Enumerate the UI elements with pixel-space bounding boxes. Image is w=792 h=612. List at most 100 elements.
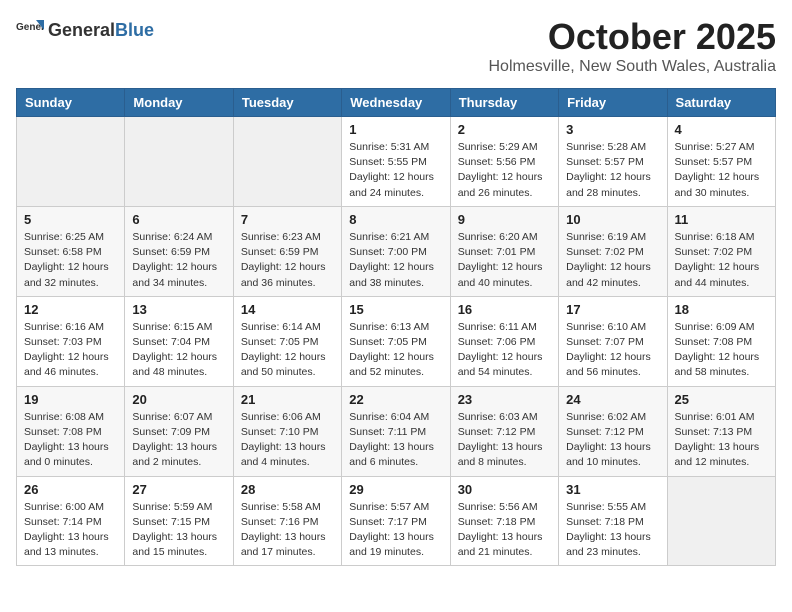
calendar-cell: 10Sunrise: 6:19 AM Sunset: 7:02 PM Dayli…: [559, 206, 667, 296]
calendar-cell: 28 Sunrise: 5:58 AM Sunset: 7:16 PM Dayli…: [233, 476, 341, 566]
day-number: 3: [566, 122, 659, 137]
day-number: 1: [349, 122, 442, 137]
day-number: 23: [458, 392, 551, 407]
calendar-cell: 19 Sunrise: 6:08 AM Sunset: 7:08 PM Dayli…: [17, 386, 125, 476]
day-number: 22: [349, 392, 442, 407]
calendar-cell: 9 Sunrise: 6:20 AM Sunset: 7:01 PM Daylig…: [450, 206, 558, 296]
day-info: Sunrise: 6:18 AM Sunset: 7:02 PM Dayligh…: [675, 230, 768, 291]
calendar-cell: 12Sunrise: 6:16 AM Sunset: 7:03 PM Dayli…: [17, 296, 125, 386]
calendar-cell: 4 Sunrise: 5:27 AM Sunset: 5:57 PM Daylig…: [667, 117, 775, 207]
day-info: Sunrise: 5:29 AM Sunset: 5:56 PM Dayligh…: [458, 140, 551, 201]
day-info: Sunrise: 6:25 AM Sunset: 6:58 PM Dayligh…: [24, 230, 117, 291]
calendar-cell: 1 Sunrise: 5:31 AM Sunset: 5:55 PM Daylig…: [342, 117, 450, 207]
day-info: Sunrise: 5:28 AM Sunset: 5:57 PM Dayligh…: [566, 140, 659, 201]
day-info: Sunrise: 6:24 AM Sunset: 6:59 PM Dayligh…: [132, 230, 225, 291]
logo-icon: General: [16, 16, 44, 44]
day-number: 31: [566, 482, 659, 497]
day-info: Sunrise: 6:16 AM Sunset: 7:03 PM Dayligh…: [24, 320, 117, 381]
calendar-cell: 24 Sunrise: 6:02 AM Sunset: 7:12 PM Dayli…: [559, 386, 667, 476]
day-info: Sunrise: 6:07 AM Sunset: 7:09 PM Dayligh…: [132, 410, 225, 471]
day-number: 18: [675, 302, 768, 317]
calendar-cell: 31 Sunrise: 5:55 AM Sunset: 7:18 PM Dayli…: [559, 476, 667, 566]
weekday-header-tuesday: Tuesday: [233, 89, 341, 117]
calendar-cell: 15 Sunrise: 6:13 AM Sunset: 7:05 PM Dayli…: [342, 296, 450, 386]
calendar-cell: 25 Sunrise: 6:01 AM Sunset: 7:13 PM Dayli…: [667, 386, 775, 476]
title-area: October 2025 Holmesville, New South Wale…: [488, 16, 776, 76]
weekday-header-monday: Monday: [125, 89, 233, 117]
logo-general-text: General: [48, 20, 115, 40]
day-number: 6: [132, 212, 225, 227]
calendar-cell: 8Sunrise: 6:21 AM Sunset: 7:00 PM Daylig…: [342, 206, 450, 296]
weekday-header-row: SundayMondayTuesdayWednesdayThursdayFrid…: [17, 89, 776, 117]
calendar-cell: 21 Sunrise: 6:06 AM Sunset: 7:10 PM Dayli…: [233, 386, 341, 476]
day-info: Sunrise: 6:03 AM Sunset: 7:12 PM Dayligh…: [458, 410, 551, 471]
day-info: Sunrise: 5:59 AM Sunset: 7:15 PM Dayligh…: [132, 500, 225, 561]
day-info: Sunrise: 5:55 AM Sunset: 7:18 PM Dayligh…: [566, 500, 659, 561]
weekday-header-friday: Friday: [559, 89, 667, 117]
calendar-cell: 13Sunrise: 6:15 AM Sunset: 7:04 PM Dayli…: [125, 296, 233, 386]
day-info: Sunrise: 6:04 AM Sunset: 7:11 PM Dayligh…: [349, 410, 442, 471]
day-number: 4: [675, 122, 768, 137]
day-number: 21: [241, 392, 334, 407]
day-number: 30: [458, 482, 551, 497]
day-number: 24: [566, 392, 659, 407]
logo-blue-text: Blue: [115, 20, 154, 40]
day-info: Sunrise: 5:27 AM Sunset: 5:57 PM Dayligh…: [675, 140, 768, 201]
week-row-3: 12Sunrise: 6:16 AM Sunset: 7:03 PM Dayli…: [17, 296, 776, 386]
calendar-cell: 3 Sunrise: 5:28 AM Sunset: 5:57 PM Daylig…: [559, 117, 667, 207]
day-number: 10: [566, 212, 659, 227]
day-number: 20: [132, 392, 225, 407]
calendar-cell: 17 Sunrise: 6:10 AM Sunset: 7:07 PM Dayli…: [559, 296, 667, 386]
day-number: 15: [349, 302, 442, 317]
calendar-cell: 26 Sunrise: 6:00 AM Sunset: 7:14 PM Dayli…: [17, 476, 125, 566]
calendar-cell: 2 Sunrise: 5:29 AM Sunset: 5:56 PM Daylig…: [450, 117, 558, 207]
week-row-1: 1 Sunrise: 5:31 AM Sunset: 5:55 PM Daylig…: [17, 117, 776, 207]
day-number: 26: [24, 482, 117, 497]
calendar-cell: [667, 476, 775, 566]
calendar-table: SundayMondayTuesdayWednesdayThursdayFrid…: [16, 88, 776, 566]
week-row-2: 5Sunrise: 6:25 AM Sunset: 6:58 PM Daylig…: [17, 206, 776, 296]
day-info: Sunrise: 6:11 AM Sunset: 7:06 PM Dayligh…: [458, 320, 551, 381]
day-info: Sunrise: 6:10 AM Sunset: 7:07 PM Dayligh…: [566, 320, 659, 381]
month-title: October 2025: [488, 16, 776, 58]
day-info: Sunrise: 5:57 AM Sunset: 7:17 PM Dayligh…: [349, 500, 442, 561]
calendar-cell: 22 Sunrise: 6:04 AM Sunset: 7:11 PM Dayli…: [342, 386, 450, 476]
weekday-header-sunday: Sunday: [17, 89, 125, 117]
day-number: 17: [566, 302, 659, 317]
day-number: 25: [675, 392, 768, 407]
calendar-cell: 20 Sunrise: 6:07 AM Sunset: 7:09 PM Dayli…: [125, 386, 233, 476]
day-info: Sunrise: 6:06 AM Sunset: 7:10 PM Dayligh…: [241, 410, 334, 471]
day-info: Sunrise: 6:20 AM Sunset: 7:01 PM Dayligh…: [458, 230, 551, 291]
calendar-cell: 27 Sunrise: 5:59 AM Sunset: 7:15 PM Dayli…: [125, 476, 233, 566]
day-number: 8: [349, 212, 442, 227]
day-number: 2: [458, 122, 551, 137]
day-number: 19: [24, 392, 117, 407]
day-info: Sunrise: 5:31 AM Sunset: 5:55 PM Dayligh…: [349, 140, 442, 201]
day-info: Sunrise: 6:02 AM Sunset: 7:12 PM Dayligh…: [566, 410, 659, 471]
week-row-4: 19 Sunrise: 6:08 AM Sunset: 7:08 PM Dayli…: [17, 386, 776, 476]
day-info: Sunrise: 6:08 AM Sunset: 7:08 PM Dayligh…: [24, 410, 117, 471]
calendar-cell: 16 Sunrise: 6:11 AM Sunset: 7:06 PM Dayli…: [450, 296, 558, 386]
calendar-cell: 5Sunrise: 6:25 AM Sunset: 6:58 PM Daylig…: [17, 206, 125, 296]
weekday-header-saturday: Saturday: [667, 89, 775, 117]
day-number: 28: [241, 482, 334, 497]
day-number: 16: [458, 302, 551, 317]
day-info: Sunrise: 6:01 AM Sunset: 7:13 PM Dayligh…: [675, 410, 768, 471]
day-number: 27: [132, 482, 225, 497]
location-title: Holmesville, New South Wales, Australia: [488, 58, 776, 76]
day-info: Sunrise: 5:56 AM Sunset: 7:18 PM Dayligh…: [458, 500, 551, 561]
day-info: Sunrise: 6:13 AM Sunset: 7:05 PM Dayligh…: [349, 320, 442, 381]
day-info: Sunrise: 6:00 AM Sunset: 7:14 PM Dayligh…: [24, 500, 117, 561]
page-header: General GeneralBlue October 2025 Holmesv…: [16, 16, 776, 76]
day-number: 9: [458, 212, 551, 227]
day-info: Sunrise: 5:58 AM Sunset: 7:16 PM Dayligh…: [241, 500, 334, 561]
weekday-header-wednesday: Wednesday: [342, 89, 450, 117]
calendar-cell: 30 Sunrise: 5:56 AM Sunset: 7:18 PM Dayli…: [450, 476, 558, 566]
calendar-cell: 29Sunrise: 5:57 AM Sunset: 7:17 PM Dayli…: [342, 476, 450, 566]
calendar-cell: [233, 117, 341, 207]
day-number: 14: [241, 302, 334, 317]
day-info: Sunrise: 6:09 AM Sunset: 7:08 PM Dayligh…: [675, 320, 768, 381]
calendar-cell: 23 Sunrise: 6:03 AM Sunset: 7:12 PM Dayli…: [450, 386, 558, 476]
day-number: 7: [241, 212, 334, 227]
calendar-cell: [17, 117, 125, 207]
